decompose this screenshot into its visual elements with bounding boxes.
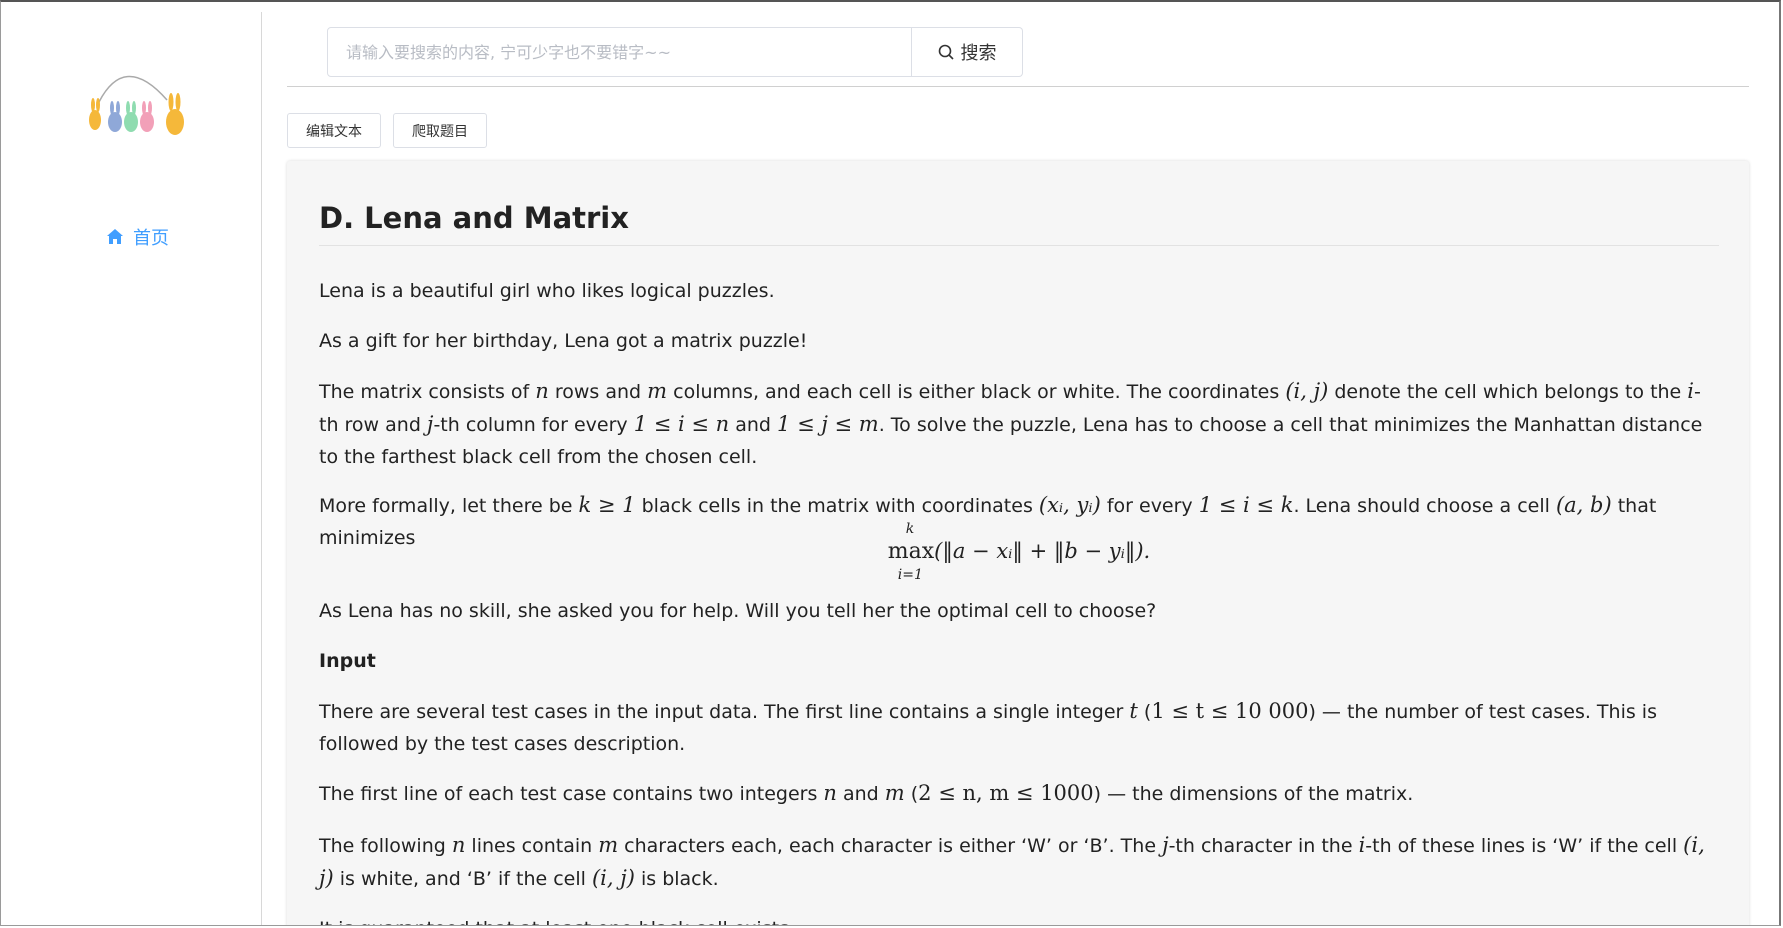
text: ) — the dimensions of the matrix.	[1093, 783, 1414, 805]
text: denote the cell which belongs to the	[1328, 381, 1688, 403]
text: lines contain	[465, 835, 599, 857]
edit-text-button[interactable]: 编辑文本	[287, 113, 381, 148]
math: n	[535, 379, 549, 403]
text: for every	[1100, 495, 1199, 517]
text: The first line of each test case contain…	[319, 783, 824, 805]
math: k ≥ 1	[578, 493, 636, 517]
math: (a, b)	[1555, 493, 1612, 517]
statement-paragraph: It is guaranteed that at least one black…	[319, 913, 1719, 925]
app-window: 首页 搜索 编辑文本 爬取题目 D. Lena and Matrix Lena …	[0, 0, 1781, 926]
toolbar: 编辑文本 爬取题目	[287, 113, 487, 148]
search-input[interactable]	[327, 27, 912, 77]
math: (i, j)	[591, 866, 635, 890]
math: (xᵢ, yᵢ)	[1038, 493, 1101, 517]
problem-body: D. Lena and Matrix Lena is a beautiful g…	[319, 201, 1719, 925]
text: -th of these lines is ‘W’ if the cell	[1365, 835, 1684, 857]
math: m	[598, 833, 619, 857]
text: is black.	[634, 868, 719, 890]
text: rows and	[548, 381, 648, 403]
search-button[interactable]: 搜索	[912, 27, 1023, 77]
text: and	[729, 414, 778, 436]
search-bar: 搜索	[327, 27, 1023, 77]
statement-paragraph: The matrix consists of n rows and m colu…	[319, 375, 1719, 473]
formula: max k i=1 (‖a − xᵢ‖ + ‖b − yᵢ‖).	[319, 521, 1719, 583]
sidebar-divider	[261, 12, 262, 925]
text: is white, and ‘B’ if the cell	[333, 868, 592, 890]
formula-op: max	[887, 539, 935, 564]
search-button-label: 搜索	[960, 43, 997, 64]
text: (	[904, 783, 919, 805]
text: More formally, let there be	[319, 495, 579, 517]
formula-max: max k i=1	[887, 521, 935, 583]
problem-title: D. Lena and Matrix	[319, 201, 1719, 246]
statement-paragraph: As a gift for her birthday, Lena got a m…	[319, 330, 808, 352]
math: t	[1129, 699, 1138, 723]
text: The following	[319, 835, 452, 857]
problem-panel: D. Lena and Matrix Lena is a beautiful g…	[287, 161, 1749, 925]
math: i	[1687, 379, 1695, 403]
math: 1 ≤ t ≤ 10 000	[1151, 699, 1309, 723]
math: m	[647, 379, 668, 403]
sidebar-item-home[interactable]: 首页	[105, 224, 169, 250]
header-divider	[287, 86, 1749, 87]
bunnies-logo	[89, 75, 184, 135]
sidebar-item-label: 首页	[133, 228, 169, 249]
home-icon	[107, 229, 123, 244]
text: There are several test cases in the inpu…	[319, 701, 1130, 723]
text: -th character in the	[1168, 835, 1359, 857]
statement-paragraph: Lena is a beautiful girl who likes logic…	[319, 280, 775, 302]
text: black cells in the matrix with coordinat…	[635, 495, 1039, 517]
math: n	[451, 833, 466, 857]
formula-body: (‖a − xᵢ‖ + ‖b − yᵢ‖).	[934, 539, 1151, 563]
text: -th column for every	[433, 414, 634, 436]
search-icon	[938, 44, 954, 60]
math: 1 ≤ i ≤ n	[633, 412, 730, 436]
text: . Lena should choose a cell	[1293, 495, 1556, 517]
fetch-problem-button[interactable]: 爬取题目	[393, 113, 487, 148]
statement-paragraph: As Lena has no skill, she asked you for …	[319, 600, 1157, 622]
text: and	[836, 783, 885, 805]
statement-paragraph: The first line of each test case contain…	[319, 777, 1719, 810]
statement-paragraph: The following n lines contain m characte…	[319, 829, 1719, 895]
math: (i, j)	[1285, 379, 1329, 403]
text: The matrix consists of	[319, 381, 536, 403]
text: characters each, each character is eithe…	[618, 835, 1163, 857]
math: m	[884, 781, 905, 805]
input-heading: Input	[319, 650, 376, 672]
statement-paragraph: There are several test cases in the inpu…	[319, 695, 1719, 760]
text: columns, and each cell is either black o…	[667, 381, 1286, 403]
sidebar: 首页	[1, 2, 262, 925]
formula-sup: k	[905, 521, 915, 537]
text: (	[1137, 701, 1152, 723]
formula-sub: i=1	[897, 567, 923, 583]
math: 1 ≤ i ≤ k	[1198, 493, 1294, 517]
math: 1 ≤ j ≤ m	[777, 412, 879, 436]
math: n	[823, 781, 837, 805]
math: 2 ≤ n, m ≤ 1000	[918, 781, 1094, 805]
